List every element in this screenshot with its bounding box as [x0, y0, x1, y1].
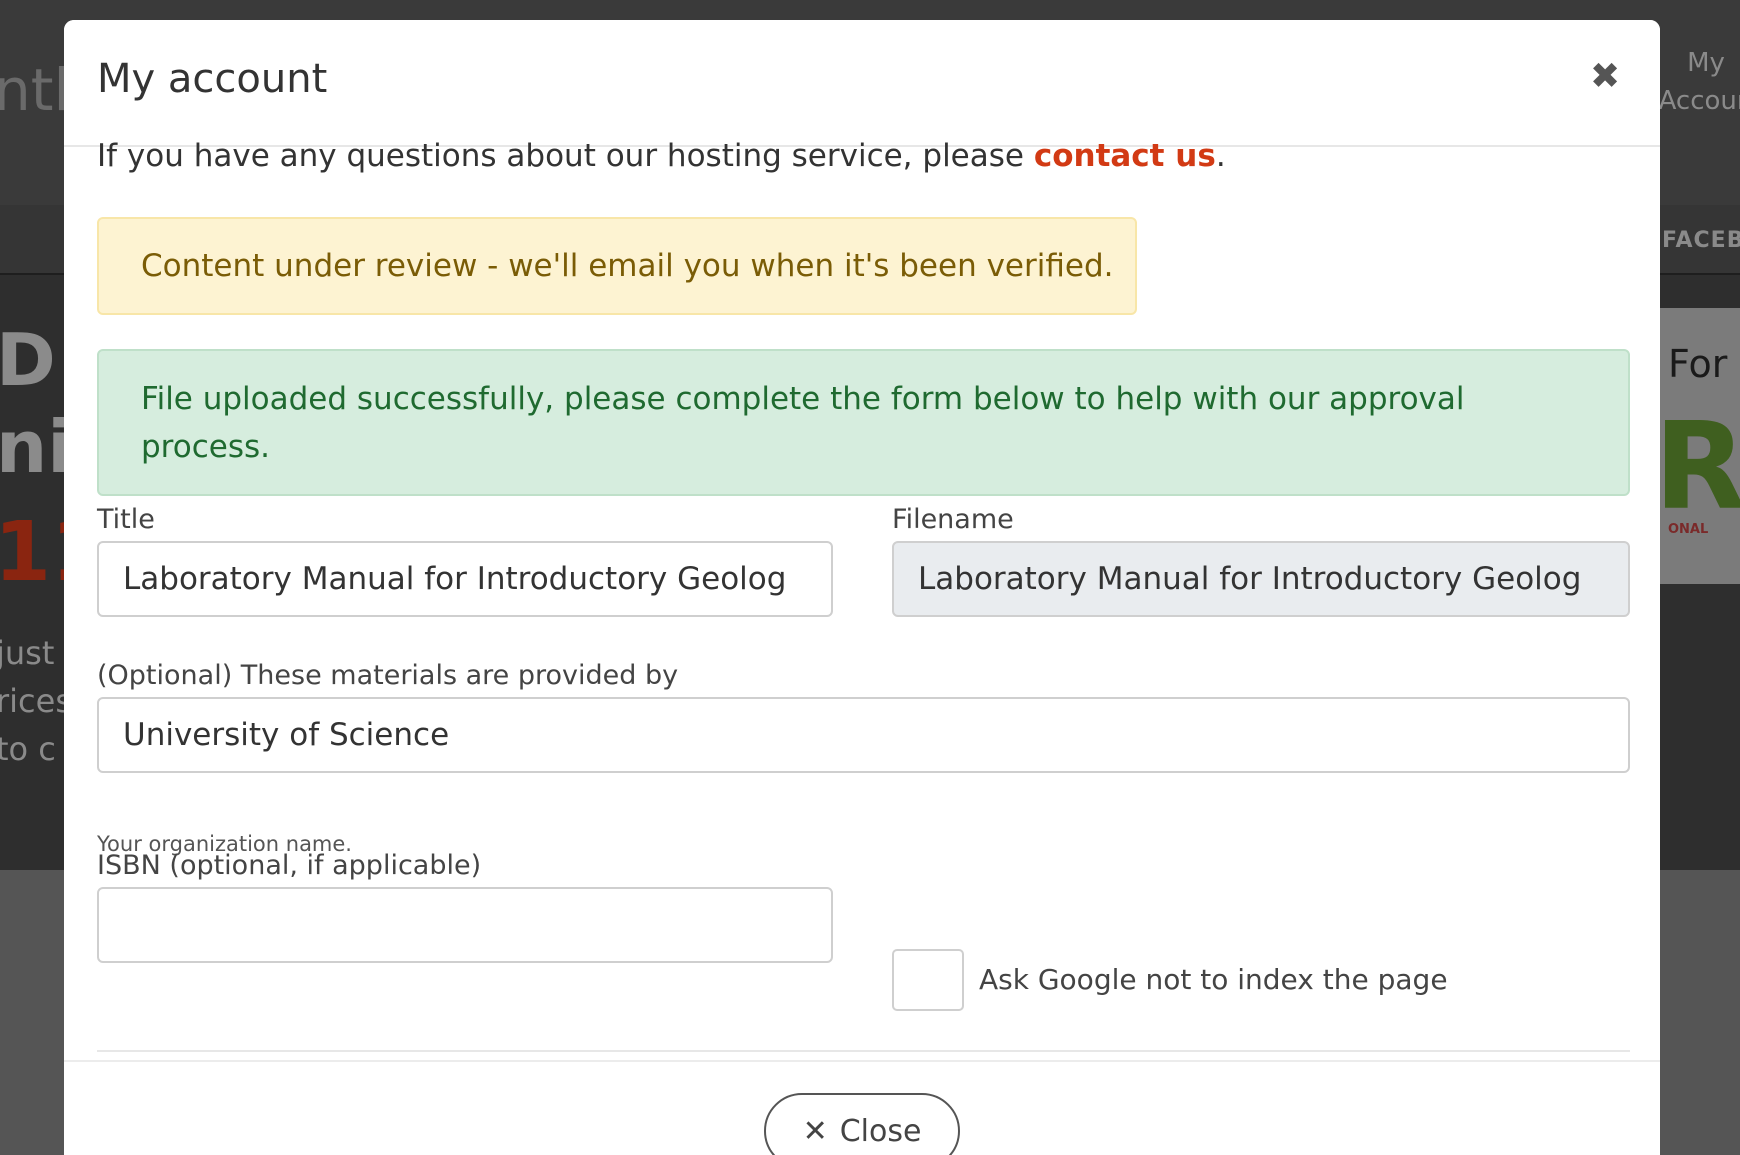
- intro-text-start: If you have any questions about our host…: [97, 138, 1034, 174]
- background-text-line3: to c: [0, 730, 56, 768]
- filename-input[interactable]: [892, 541, 1630, 617]
- provider-label: (Optional) These materials are provided …: [97, 660, 679, 691]
- title-label: Title: [97, 504, 155, 535]
- title-input[interactable]: [97, 541, 833, 617]
- contact-us-link[interactable]: contact us: [1034, 138, 1216, 174]
- provider-input[interactable]: [97, 697, 1630, 773]
- noindex-label[interactable]: Ask Google not to index the page: [979, 963, 1448, 996]
- modal-header: My account ✖: [64, 20, 1660, 147]
- isbn-input[interactable]: [97, 887, 833, 963]
- background-facebook-link: FACEB: [1662, 228, 1740, 253]
- upload-success-alert: File uploaded successfully, please compl…: [97, 349, 1630, 496]
- background-side-tag: ONAL: [1668, 522, 1709, 537]
- modal-title: My account: [97, 56, 328, 102]
- review-alert: Content under review - we'll email you w…: [97, 217, 1137, 315]
- close-button-label: Close: [839, 1113, 922, 1149]
- close-x-icon: ✕: [802, 1113, 828, 1149]
- isbn-label: ISBN (optional, if applicable): [97, 850, 482, 881]
- my-account-modal: My account ✖ If you have any questions a…: [64, 20, 1660, 1155]
- noindex-checkbox[interactable]: [892, 949, 964, 1011]
- background-side-logo: R: [1654, 398, 1740, 537]
- modal-footer-border: [64, 1060, 1660, 1062]
- background-my-account-link: My Accoun: [1658, 48, 1740, 116]
- form-divider: [97, 1050, 1630, 1052]
- background-brand: ntl: [0, 56, 70, 124]
- background-text-line1: just: [0, 634, 55, 672]
- intro-text-end: .: [1215, 138, 1226, 174]
- close-button[interactable]: ✕ Close: [764, 1093, 960, 1155]
- filename-label: Filename: [892, 504, 1014, 535]
- background-hero-line1: D: [0, 318, 56, 402]
- close-icon[interactable]: ✖: [1590, 56, 1620, 97]
- background-side-for: For: [1668, 342, 1728, 386]
- intro-text: If you have any questions about our host…: [97, 138, 1226, 174]
- background-hero-line2: ni: [0, 405, 72, 489]
- background-text-line2: rices: [0, 682, 72, 720]
